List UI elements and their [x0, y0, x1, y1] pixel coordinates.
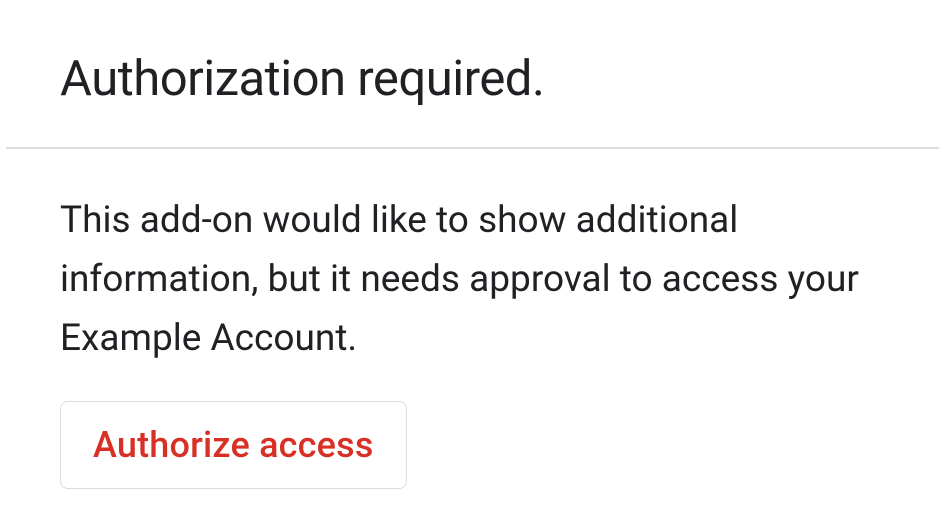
dialog-content: This add-on would like to show additiona… [0, 149, 945, 489]
description-text: This add-on would like to show additiona… [60, 191, 880, 369]
authorize-access-button[interactable]: Authorize access [60, 401, 407, 489]
dialog-title: Authorization required. [60, 50, 885, 107]
dialog-header: Authorization required. [0, 0, 945, 147]
